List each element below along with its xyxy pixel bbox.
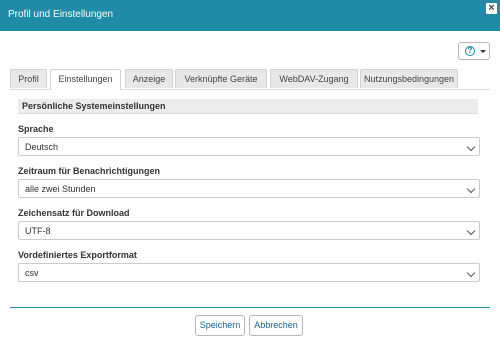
tab-nutzungsbedingungen[interactable]: Nutzungsbedingungen (360, 69, 458, 88)
charset-label: Zeichensatz für Download (18, 208, 130, 218)
export-format-select-value: csv (25, 268, 39, 278)
language-select-value: Deutsch (25, 142, 59, 152)
notification-period-select-value: alle zwei Stunden (25, 184, 96, 194)
export-format-select[interactable]: csv (18, 263, 480, 282)
language-select[interactable]: Deutsch (18, 137, 480, 156)
dialog-title: Profil und Einstellungen (8, 9, 114, 20)
tab-einstellungen[interactable]: Einstellungen (50, 69, 121, 90)
chevron-down-icon (466, 268, 476, 278)
export-format-label: Vordefiniertes Exportformat (18, 250, 137, 260)
chevron-down-icon (466, 142, 476, 152)
help-circle-icon: ? (465, 46, 475, 56)
tab-profil[interactable]: Profil (10, 69, 47, 88)
section-header: Persönliche Systemeinstellungen (18, 99, 478, 114)
caret-down-icon (480, 50, 486, 53)
save-button[interactable]: Speichern (195, 315, 245, 336)
footer-divider (10, 307, 490, 308)
tab-webdav-zugang[interactable]: WebDAV-Zugang (270, 69, 358, 88)
section-title: Persönliche Systemeinstellungen (22, 101, 166, 111)
tab-verknuepfte-geraete[interactable]: Verknüpfte Geräte (175, 69, 267, 88)
notification-period-label: Zeitraum für Benachrichtigungen (18, 166, 161, 176)
tab-bar: Profil Einstellungen Anzeige Verknüpfte … (10, 69, 490, 90)
close-icon[interactable]: × (486, 3, 497, 14)
help-menu-button[interactable]: ? (458, 42, 490, 60)
dialog-titlebar: Profil und Einstellungen (0, 0, 500, 31)
tab-anzeige[interactable]: Anzeige (125, 69, 173, 88)
charset-select[interactable]: UTF-8 (18, 221, 480, 240)
notification-period-select[interactable]: alle zwei Stunden (18, 179, 480, 198)
chevron-down-icon (466, 184, 476, 194)
chevron-down-icon (466, 226, 476, 236)
cancel-button[interactable]: Abbrechen (249, 315, 303, 336)
language-label: Sprache (18, 124, 54, 134)
charset-select-value: UTF-8 (25, 226, 51, 236)
